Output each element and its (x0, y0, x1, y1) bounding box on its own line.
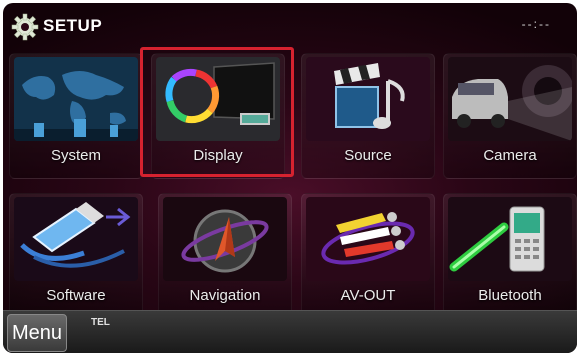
clapperboard-music-icon (306, 57, 430, 141)
tile-label: Bluetooth (478, 287, 542, 304)
tile-label: Source (344, 147, 392, 164)
tile-label: Navigation (189, 287, 261, 304)
clock-display: --:-- (521, 17, 551, 31)
tile-display[interactable]: Display (151, 53, 285, 179)
tile-software[interactable]: Software (9, 193, 143, 319)
tile-source[interactable]: Source (301, 53, 435, 179)
navigation-arrow-icon (163, 197, 287, 281)
tile-av-out[interactable]: AV-OUT (301, 193, 435, 319)
tile-navigation[interactable]: Navigation (158, 193, 292, 319)
display-monitor-icon (156, 57, 280, 141)
world-map-icon (14, 57, 138, 141)
tile-camera[interactable]: Camera (443, 53, 577, 179)
page-title: SETUP (43, 16, 103, 35)
tile-system[interactable]: System (9, 53, 143, 179)
bluetooth-phone-icon (448, 197, 572, 281)
tel-status: TEL (91, 317, 110, 328)
gear-icon (11, 13, 39, 41)
tile-label: AV-OUT (340, 287, 396, 304)
menu-button[interactable]: Menu (7, 314, 67, 352)
usb-drive-icon (14, 197, 138, 281)
av-plugs-icon (306, 197, 430, 281)
tile-label: Display (193, 147, 243, 164)
tile-label: Camera (483, 147, 537, 164)
car-camera-icon (448, 57, 572, 141)
footer-bar: Menu TEL (3, 310, 577, 353)
tile-label: System (50, 147, 101, 164)
setup-screen: SETUP --:-- System Display Source Camera… (3, 3, 577, 353)
header-bar: SETUP --:-- (3, 3, 577, 47)
tile-bluetooth[interactable]: Bluetooth (443, 193, 577, 319)
tile-label: Software (46, 287, 106, 304)
